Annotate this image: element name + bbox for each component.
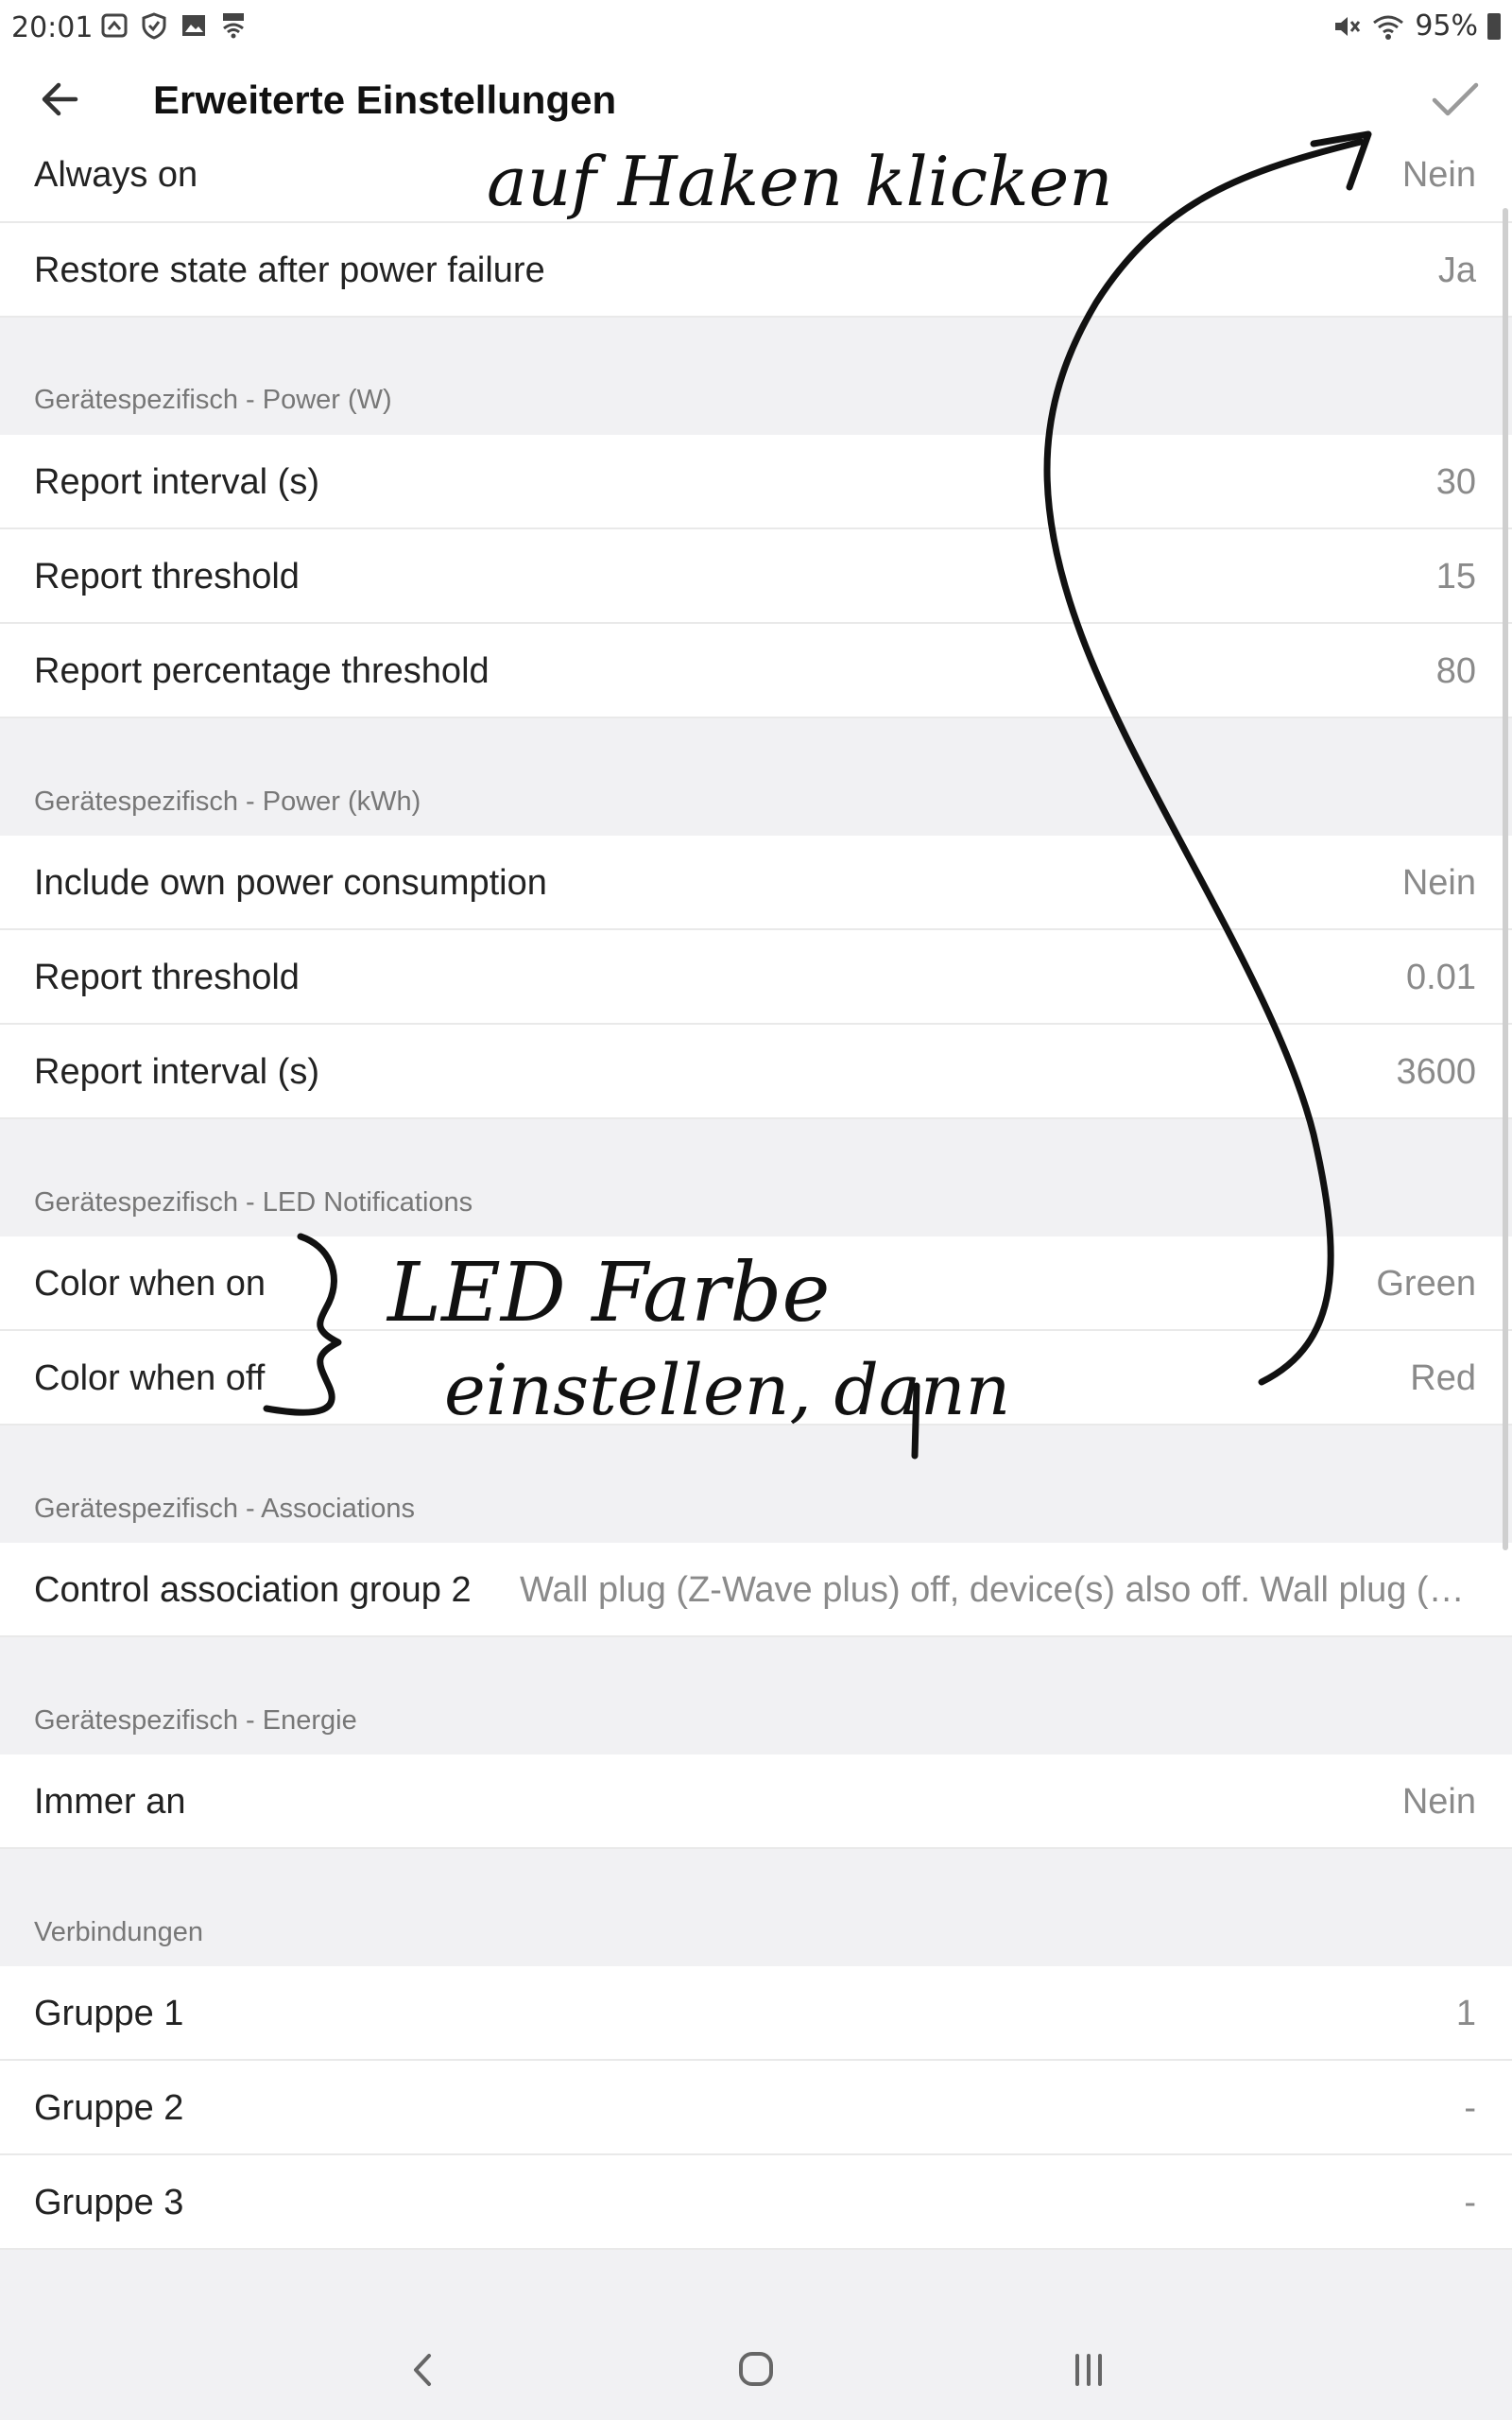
list-item[interactable]: Restore state after power failure Ja — [0, 223, 1512, 318]
status-left-icons — [100, 11, 248, 40]
setting-value: Ja — [1437, 251, 1476, 290]
setting-label: Immer an — [34, 1782, 186, 1822]
list-item[interactable]: Report percentage threshold 80 — [0, 624, 1512, 718]
page-title: Erweiterte Einstellungen — [153, 78, 617, 122]
setting-value: Nein — [1401, 863, 1476, 903]
setting-value: 15 — [1435, 557, 1476, 596]
setting-label: Color when off — [34, 1358, 266, 1398]
list-item[interactable]: Report interval (s) 30 — [0, 435, 1512, 529]
setting-label: Color when on — [34, 1264, 266, 1304]
navigation-bar — [0, 2318, 1512, 2420]
setting-value: - — [1464, 2183, 1476, 2222]
section-header: Gerätespezifisch - Power (W) — [34, 385, 392, 415]
setting-label: Report interval (s) — [34, 462, 319, 502]
shield-icon — [140, 11, 168, 40]
nav-home-icon[interactable] — [728, 2346, 784, 2394]
checkmark-icon[interactable] — [1427, 76, 1484, 123]
list-item[interactable]: Immer an Nein — [0, 1754, 1512, 1849]
list-item[interactable]: Include own power consumption Nein — [0, 836, 1512, 930]
battery-icon — [1487, 12, 1501, 40]
section-header: Gerätespezifisch - LED Notifications — [34, 1187, 473, 1218]
setting-label: Gruppe 2 — [34, 2088, 184, 2128]
section-header: Gerätespezifisch - Power (kWh) — [34, 786, 421, 817]
setting-label: Report threshold — [34, 557, 300, 596]
list-item[interactable]: Gruppe 1 1 — [0, 1966, 1512, 2061]
section-header: Gerätespezifisch - Associations — [34, 1494, 415, 1524]
setting-label: Report percentage threshold — [34, 651, 490, 691]
app-bar: Erweiterte Einstellungen — [0, 55, 1512, 146]
setting-label: Report threshold — [34, 958, 300, 997]
setting-label: Report interval (s) — [34, 1052, 319, 1092]
setting-label: Gruppe 1 — [34, 1994, 184, 2033]
setting-label: Always on — [34, 155, 198, 195]
setting-value: Red — [1410, 1358, 1476, 1398]
setting-label: Gruppe 3 — [34, 2183, 184, 2222]
list-item[interactable]: Report threshold 0.01 — [0, 930, 1512, 1025]
handwritten-note-top: auf Haken klicken — [487, 142, 1113, 221]
setting-value: Nein — [1401, 155, 1476, 195]
image-icon — [180, 11, 208, 40]
list-item[interactable]: Gruppe 3 - — [0, 2155, 1512, 2250]
setting-value: 30 — [1435, 462, 1476, 502]
wifi-app-icon — [219, 11, 248, 40]
section-header: Gerätespezifisch - Energie — [34, 1705, 357, 1736]
setting-value: 0.01 — [1406, 958, 1476, 997]
nav-back-icon[interactable] — [395, 2346, 452, 2394]
setting-label: Control association group 2 — [34, 1570, 472, 1610]
handwritten-note-then: einstellen, dann — [444, 1350, 1011, 1431]
setting-value: Green — [1376, 1264, 1476, 1304]
back-arrow-icon[interactable] — [34, 76, 85, 123]
setting-value: 3600 — [1396, 1052, 1476, 1092]
status-bar: 20:01 95% — [0, 0, 1512, 55]
status-time: 20:01 — [11, 11, 94, 44]
setting-value: Wall plug (Z-Wave plus) off, device(s) a… — [520, 1570, 1476, 1610]
status-right: 95% — [1332, 9, 1501, 43]
nav-recents-icon[interactable] — [1060, 2346, 1117, 2394]
setting-value: - — [1464, 2088, 1476, 2128]
setting-value: Nein — [1401, 1782, 1476, 1822]
setting-label: Restore state after power failure — [34, 251, 545, 290]
list-item[interactable]: Control association group 2 Wall plug (Z… — [0, 1543, 1512, 1637]
list-item[interactable]: Gruppe 2 - — [0, 2061, 1512, 2155]
cloud-home-icon — [100, 11, 129, 40]
setting-value: 1 — [1455, 1994, 1476, 2033]
setting-value: 80 — [1435, 651, 1476, 691]
section-header: Verbindungen — [34, 1917, 203, 1947]
wifi-icon — [1373, 15, 1404, 40]
setting-label: Include own power consumption — [34, 863, 547, 903]
arrow-curve — [1043, 138, 1365, 1386]
handwritten-note-led: LED Farbe — [387, 1246, 831, 1340]
battery-percent: 95% — [1415, 9, 1478, 43]
scrollbar[interactable] — [1503, 208, 1508, 1550]
list-item[interactable]: Report interval (s) 3600 — [0, 1025, 1512, 1119]
mute-icon — [1335, 16, 1361, 36]
list-item[interactable]: Report threshold 15 — [0, 529, 1512, 624]
